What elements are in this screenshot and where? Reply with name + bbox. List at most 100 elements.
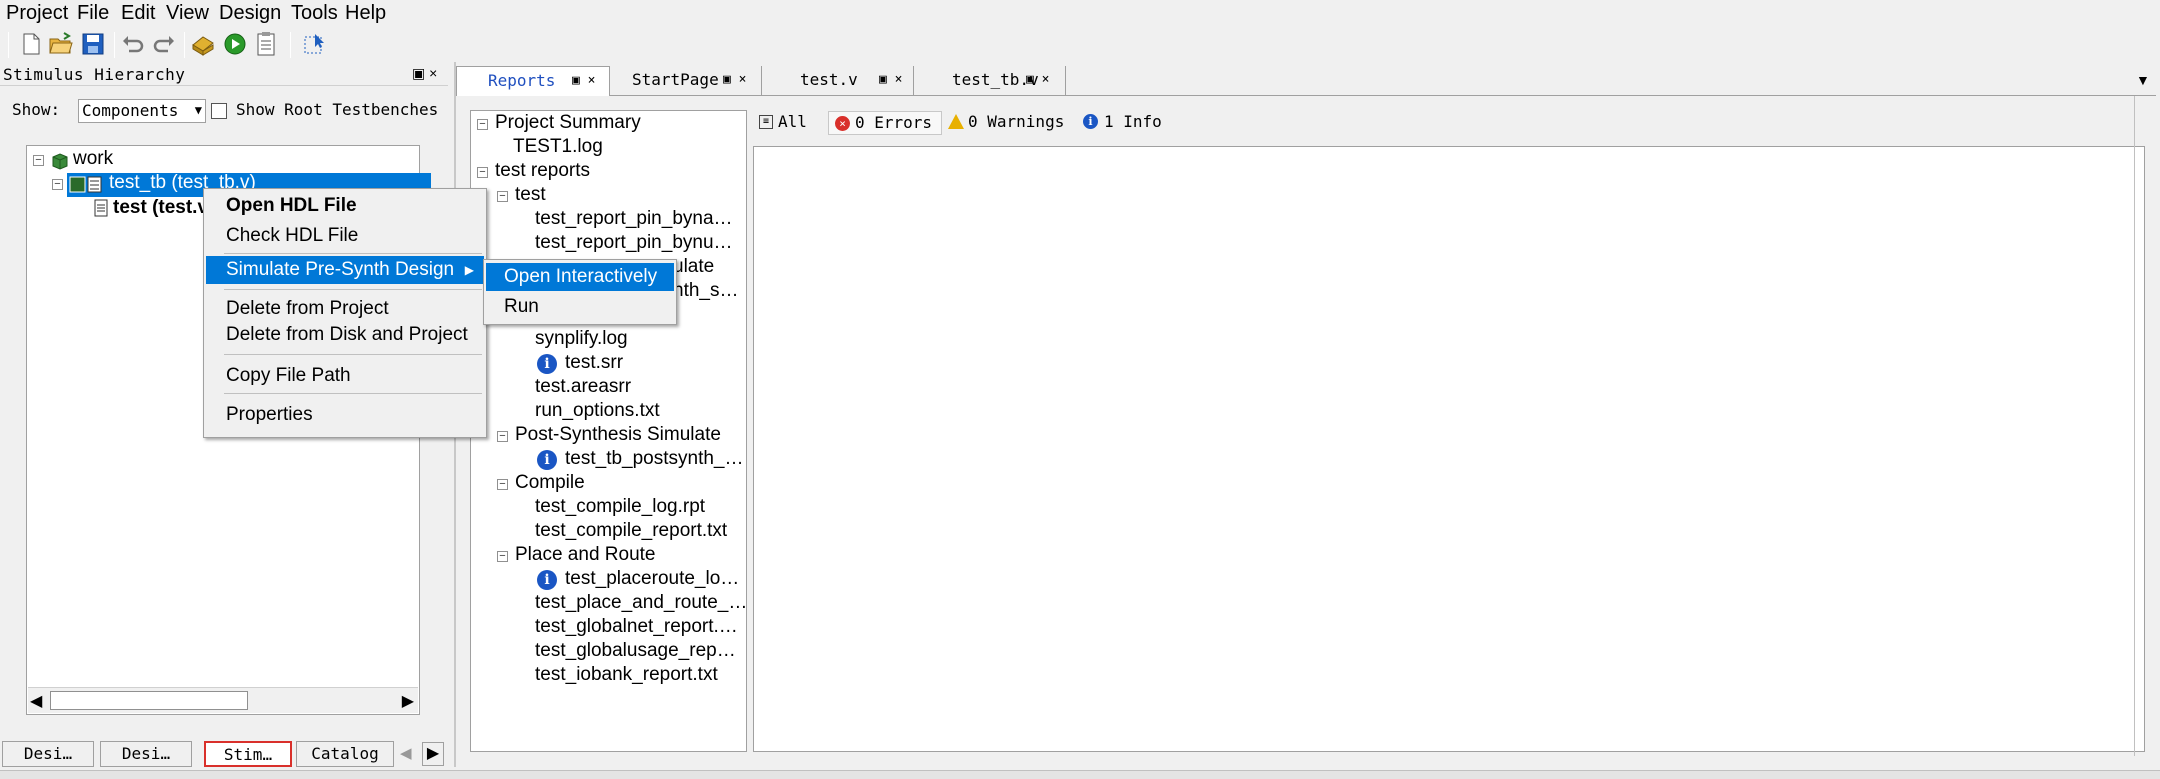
tree-test[interactable]: test xyxy=(515,184,546,206)
tree-test-reports[interactable]: test reports xyxy=(495,160,590,182)
tab-reports-label: Reports xyxy=(488,71,556,90)
menu-check-hdl-file[interactable]: Check HDL File xyxy=(206,222,484,250)
tab-close-icon[interactable]: ▣ × xyxy=(879,66,902,94)
filter-errors-button[interactable]: × 0 Errors xyxy=(828,111,942,135)
tree-project-summary[interactable]: Project Summary xyxy=(495,112,641,134)
collapse-icon[interactable]: − xyxy=(477,167,488,178)
root-testbenches-label: Show Root Testbenches xyxy=(236,100,439,119)
menu-delete-from-disk[interactable]: Delete from Disk and Project xyxy=(206,321,484,349)
tab-close-icon[interactable]: ▣ × xyxy=(1026,66,1049,94)
tree-place-and-route[interactable]: test_place_and_route_… xyxy=(535,592,747,614)
menu-edit[interactable]: Edit xyxy=(121,2,155,25)
tab-reports[interactable]: Reports ▣ × xyxy=(456,66,610,96)
collapse-icon[interactable]: − xyxy=(497,191,508,202)
tab-close-icon[interactable]: ▣ × xyxy=(723,66,746,94)
library-icon xyxy=(52,153,68,170)
scrollbar-thumb[interactable] xyxy=(50,691,248,710)
run-icon[interactable] xyxy=(222,31,248,57)
show-select[interactable]: Components ▼ xyxy=(78,99,206,123)
tree-compile-report[interactable]: test_compile_report.txt xyxy=(535,520,727,542)
filter-warnings[interactable]: 0 Warnings xyxy=(968,112,1064,131)
message-filter-bar: ≡ All × 0 Errors 0 Warnings i 1 Info xyxy=(752,110,2144,138)
menu-open-hdl-file[interactable]: Open HDL File xyxy=(206,192,484,220)
tab-design-1[interactable]: Desi… xyxy=(2,741,94,767)
menu-simulate-pre-synth-label: Simulate Pre-Synth Design xyxy=(226,259,455,280)
open-folder-icon[interactable] xyxy=(48,31,74,57)
info-icon: i xyxy=(537,450,557,470)
collapse-icon[interactable]: − xyxy=(497,479,508,490)
tree-globalusage[interactable]: test_globalusage_rep… xyxy=(535,640,736,662)
menu-view[interactable]: View xyxy=(166,2,209,25)
tab-test-v[interactable]: test.v ▣ × xyxy=(764,66,914,96)
tree-run-options[interactable]: run_options.txt xyxy=(535,400,660,422)
tree-post-synth[interactable]: Post-Synthesis Simulate xyxy=(515,424,721,446)
warning-icon xyxy=(948,114,964,129)
tree-globalnet[interactable]: test_globalnet_report.… xyxy=(535,616,738,638)
toolbar xyxy=(0,28,2160,62)
undo-icon[interactable] xyxy=(120,31,146,57)
scroll-left-icon[interactable]: ◀ xyxy=(30,691,42,711)
tab-scroll-right-icon[interactable]: ▶ xyxy=(422,742,444,766)
tab-startpage-label: StartPage xyxy=(632,70,719,89)
select-icon[interactable] xyxy=(301,31,327,57)
tab-design-2[interactable]: Desi… xyxy=(100,741,192,767)
root-testbenches-checkbox[interactable] xyxy=(211,103,227,119)
menu-help[interactable]: Help xyxy=(345,2,386,25)
tree-compile[interactable]: Compile xyxy=(515,472,585,494)
filter-all[interactable]: All xyxy=(778,112,807,131)
collapse-icon[interactable]: − xyxy=(497,431,508,442)
menu-tools[interactable]: Tools xyxy=(291,2,338,25)
menu-design[interactable]: Design xyxy=(219,2,281,25)
save-icon[interactable] xyxy=(80,31,106,57)
filter-info[interactable]: 1 Info xyxy=(1104,112,1162,131)
menu-copy-file-path[interactable]: Copy File Path xyxy=(206,362,484,390)
menu-delete-from-project[interactable]: Delete from Project xyxy=(206,295,484,323)
horizontal-scrollbar[interactable]: ◀ ▶ xyxy=(28,687,418,713)
tree-placeroute-lo[interactable]: test_placeroute_lo… xyxy=(565,568,739,590)
show-label: Show: xyxy=(12,100,61,119)
collapse-icon[interactable]: − xyxy=(52,179,63,190)
tab-scroll-left-icon[interactable]: ◀ xyxy=(400,744,412,762)
tree-compile-log[interactable]: test_compile_log.rpt xyxy=(535,496,705,518)
tree-iobank[interactable]: test_iobank_report.txt xyxy=(535,664,718,686)
menu-open-interactively[interactable]: Open Interactively xyxy=(486,263,674,291)
collapse-icon[interactable]: − xyxy=(33,155,44,166)
tree-place-route[interactable]: Place and Route xyxy=(515,544,656,566)
tree-presynth-item[interactable]: nth_s… xyxy=(673,280,738,302)
tree-test-v[interactable]: test (test.v) xyxy=(113,197,214,219)
tree-test1-log[interactable]: TEST1.log xyxy=(513,136,603,158)
tab-close-icon[interactable]: ▣ × xyxy=(572,67,595,95)
new-file-icon[interactable] xyxy=(18,31,44,57)
tree-test-areasrr[interactable]: test.areasrr xyxy=(535,376,631,398)
chevron-down-icon: ▼ xyxy=(194,103,202,117)
collapse-icon[interactable]: − xyxy=(477,119,488,130)
tab-catalog[interactable]: Catalog xyxy=(296,741,394,767)
collapse-icon[interactable]: − xyxy=(497,551,508,562)
menu-simulate-pre-synth[interactable]: Simulate Pre-Synth Design ▶ xyxy=(206,256,484,284)
tree-test-srr[interactable]: test.srr xyxy=(565,352,623,374)
redo-icon[interactable] xyxy=(151,31,177,57)
tree-work[interactable]: work xyxy=(73,148,113,170)
report-icon[interactable] xyxy=(253,31,279,57)
tab-list-icon[interactable]: ▼ xyxy=(2136,72,2150,88)
tree-synplify-log[interactable]: synplify.log xyxy=(535,328,628,350)
menu-file[interactable]: File xyxy=(77,2,109,25)
tree-tb-postsynth[interactable]: test_tb_postsynth_… xyxy=(565,448,744,470)
tree-pin-bynu[interactable]: test_report_pin_bynu… xyxy=(535,232,733,254)
menu-run[interactable]: Run xyxy=(486,293,674,321)
tab-test-tb-v[interactable]: test_tb.v ▣ × xyxy=(916,66,1066,96)
vertical-scrollbar[interactable] xyxy=(2134,96,2146,756)
menu-bar: Project File Edit View Design Tools Help xyxy=(0,0,2160,28)
tab-stimulus[interactable]: Stim… xyxy=(204,741,292,767)
tree-pin-byna[interactable]: test_report_pin_byna… xyxy=(535,208,733,230)
menu-project[interactable]: Project xyxy=(6,2,68,25)
context-menu: Open HDL File Check HDL File Simulate Pr… xyxy=(203,188,487,438)
build-icon[interactable] xyxy=(190,31,216,57)
tab-startpage[interactable]: StartPage ▣ × xyxy=(612,66,762,96)
scroll-right-icon[interactable]: ▶ xyxy=(402,691,414,711)
menu-properties[interactable]: Properties xyxy=(206,401,484,429)
panel-dock-close[interactable]: ▣ × xyxy=(412,65,437,82)
document-tabs: Reports ▣ × StartPage ▣ × test.v ▣ × tes… xyxy=(456,64,2156,96)
tree-pre-synth-simulate[interactable]: ulate xyxy=(673,256,714,278)
filter-errors-label: 0 Errors xyxy=(855,113,933,132)
